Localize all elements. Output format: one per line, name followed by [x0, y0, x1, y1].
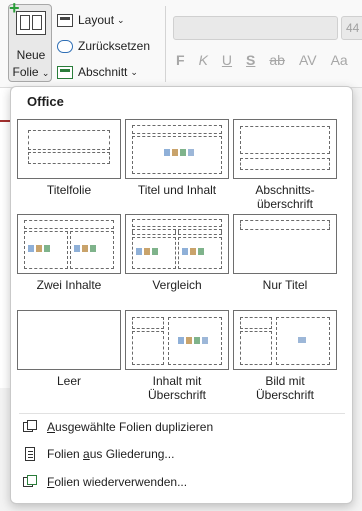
layout-icon	[57, 13, 73, 27]
layout-button[interactable]: Layout ⌄	[57, 10, 125, 30]
font-name-box[interactable]	[173, 16, 338, 40]
layout-thumbnail	[17, 119, 121, 179]
layout-thumbnail	[233, 310, 337, 370]
reuse-slides-item[interactable]: Folien wiederverwenden...	[21, 471, 341, 493]
layout-label: Inhalt mit Überschrift	[147, 374, 206, 402]
new-slide-label-line1: Neue	[16, 48, 46, 62]
chevron-down-icon: ⌄	[117, 14, 125, 25]
layout-label: Titel und Inhalt	[137, 183, 217, 197]
section-title-office: Office	[27, 94, 64, 109]
menu-divider	[19, 413, 345, 414]
reset-label: Zurücksetzen	[78, 39, 151, 53]
layout-thumbnail	[125, 214, 229, 274]
slides-from-outline-item[interactable]: Folien aus Gliederung...	[21, 443, 341, 465]
chevron-down-icon: ⌄	[41, 68, 50, 78]
layout-label: Vergleich	[152, 278, 202, 292]
layout-label: Layout	[78, 13, 115, 27]
new-slide-label-line2: Folie ⌄	[12, 65, 50, 79]
character-spacing-button[interactable]: AV	[299, 52, 317, 68]
duplicate-slides-item[interactable]: Ausgewählte Folien duplizieren	[21, 416, 341, 438]
slide-canvas-edge	[0, 88, 10, 388]
menu-item-label: Ausgewählte Folien duplizieren	[47, 420, 214, 434]
reuse-slides-icon	[23, 475, 37, 489]
layout-thumbnail	[233, 214, 337, 274]
new-slide-button[interactable]: + Neue Folie ⌄	[8, 0, 52, 82]
italic-button[interactable]: K	[199, 52, 208, 68]
new-slide-icon	[16, 11, 46, 35]
layout-thumbnail	[125, 310, 229, 370]
outline-document-icon	[23, 447, 37, 461]
duplicate-icon	[23, 420, 37, 434]
new-slide-dropdown: Office Titelfolie Titel und Inhalt Absch…	[10, 86, 353, 504]
ribbon: + Neue Folie ⌄ Layout ⌄ Zurücksetzen Abs…	[0, 0, 362, 88]
strikethrough-button[interactable]: ab	[269, 52, 285, 68]
layout-thumbnail	[233, 119, 337, 179]
section-icon	[57, 65, 73, 79]
change-case-button[interactable]: Aa	[331, 52, 348, 68]
section-label: Abschnitt	[78, 65, 128, 79]
ribbon-separator	[165, 6, 166, 82]
layout-label: Titelfolie	[46, 183, 92, 197]
underline-button[interactable]: U	[222, 52, 232, 68]
font-size-box[interactable]: 44	[341, 16, 362, 40]
format-buttons: F K U S ab AV Aa	[176, 50, 362, 70]
layout-label: Leer	[56, 374, 82, 388]
layout-label: Zwei Inhalte	[36, 278, 102, 292]
layout-label: Abschnitts-überschrift	[255, 183, 315, 211]
bold-button[interactable]: F	[176, 52, 185, 68]
plus-icon: +	[9, 0, 20, 18]
section-button[interactable]: Abschnitt ⌄	[57, 62, 138, 82]
layout-thumbnail	[17, 214, 121, 274]
layout-label: Nur Titel	[262, 278, 308, 292]
content-icons	[164, 147, 194, 157]
reset-icon	[57, 39, 73, 53]
chevron-down-icon: ⌄	[130, 66, 138, 77]
menu-item-label: Folien wiederverwenden...	[47, 475, 188, 489]
layout-thumbnail	[125, 119, 229, 179]
layout-label: Bild mit Überschrift	[255, 374, 314, 402]
shadow-button[interactable]: S	[246, 52, 255, 68]
reset-button[interactable]: Zurücksetzen	[57, 36, 150, 56]
layout-thumbnail	[17, 310, 121, 370]
slide-accent-line	[0, 120, 10, 122]
menu-item-label: Folien aus Gliederung...	[47, 447, 175, 461]
picture-icon	[298, 337, 306, 343]
